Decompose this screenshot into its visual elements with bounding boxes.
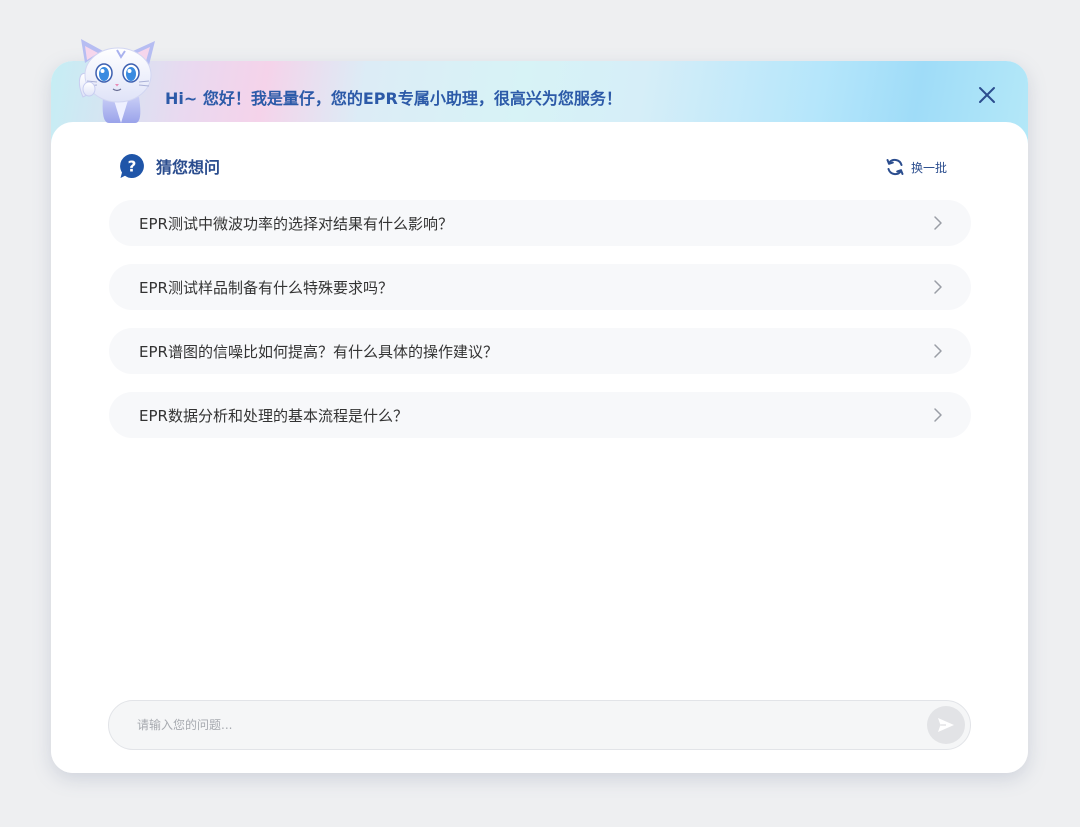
suggestion-item[interactable]: EPR测试中微波功率的选择对结果有什么影响？ [109,200,971,246]
send-icon [938,718,954,732]
suggestion-text: EPR数据分析和处理的基本流程是什么？ [139,406,408,425]
refresh-icon [886,159,904,175]
assistant-dialog: Hi~ 您好！我是量仔，您的EPR专属小助理，很高兴为您服务！ ? 猜您想问 换… [51,39,1028,773]
chat-input-bar [108,700,971,750]
suggestions-title: 猜您想问 [156,158,221,177]
refresh-button[interactable]: 换一批 [885,156,947,178]
greeting-text: Hi~ 您好！我是量仔，您的EPR专属小助理，很高兴为您服务！ [165,89,622,108]
cat-mascot-icon [78,39,155,123]
svg-text:?: ? [128,158,137,176]
suggestion-item[interactable]: EPR谱图的信噪比如何提高？有什么具体的操作建议？ [109,328,971,374]
question-input[interactable] [137,701,897,749]
dialog-body: ? 猜您想问 换一批 EPR测试中微波功率的选择对结果有什么影响？ EPR测试样… [51,122,1028,773]
suggestion-text: EPR谱图的信噪比如何提高？有什么具体的操作建议？ [139,342,498,361]
chevron-right-icon [934,344,942,358]
question-bubble-icon: ? [120,154,144,178]
suggestion-item[interactable]: EPR测试样品制备有什么特殊要求吗？ [109,264,971,310]
chevron-right-icon [934,408,942,422]
suggestion-list: EPR测试中微波功率的选择对结果有什么影响？ EPR测试样品制备有什么特殊要求吗… [109,200,971,456]
chevron-right-icon [934,280,942,294]
suggestion-text: EPR测试中微波功率的选择对结果有什么影响？ [139,214,453,233]
suggestion-text: EPR测试样品制备有什么特殊要求吗？ [139,278,393,297]
suggestions-header: ? 猜您想问 [119,152,220,180]
suggestion-item[interactable]: EPR数据分析和处理的基本流程是什么？ [109,392,971,438]
refresh-label: 换一批 [911,160,948,175]
close-button[interactable] [973,81,1001,109]
close-icon [979,87,995,103]
send-button[interactable] [927,706,965,744]
chevron-right-icon [934,216,942,230]
